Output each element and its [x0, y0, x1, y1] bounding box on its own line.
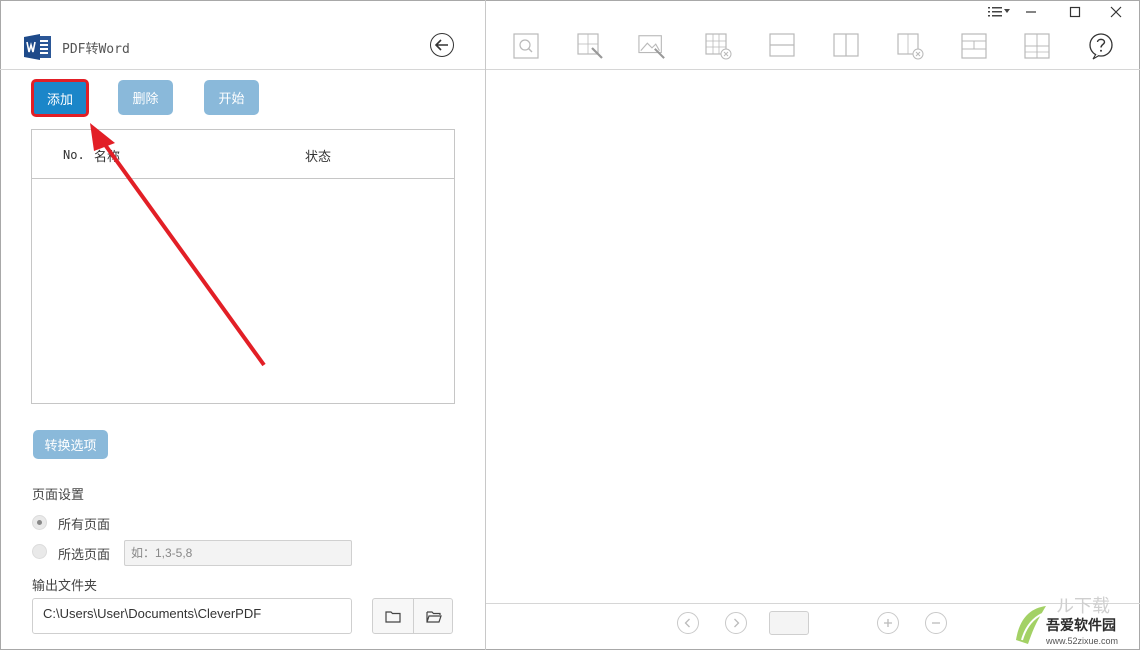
table-delete-icon[interactable] [704, 32, 732, 60]
cell-delete-icon[interactable] [896, 32, 924, 60]
prev-page-button[interactable] [677, 612, 699, 634]
zoom-out-button[interactable] [925, 612, 947, 634]
maximize-icon [1069, 6, 1081, 18]
output-path-field[interactable]: C:\Users\User\Documents\CleverPDF [32, 598, 352, 634]
menu-button[interactable] [984, 3, 1014, 21]
all-pages-radio[interactable] [32, 515, 47, 530]
chevron-right-icon [734, 618, 740, 628]
page-number-input[interactable] [769, 611, 809, 635]
selected-pages-label: 所选页面 [58, 548, 111, 563]
panel-divider [485, 0, 486, 650]
annotation-arrow [90, 123, 266, 367]
all-pages-label: 所有页面 [58, 518, 111, 533]
delete-button[interactable]: 删除 [118, 80, 173, 115]
page-range-input[interactable]: 如：1,3-5,8 [124, 540, 352, 566]
menu-list-icon [988, 7, 1010, 17]
minimize-icon [1026, 11, 1036, 13]
minimize-button[interactable] [1016, 3, 1046, 21]
convert-options-button[interactable]: 转换选项 [33, 430, 108, 459]
close-icon [1110, 6, 1122, 18]
selected-pages-radio[interactable] [32, 544, 47, 559]
folder-open-icon [426, 610, 442, 623]
folder-button-group [372, 598, 453, 634]
chevron-left-icon [684, 618, 690, 628]
plus-icon [884, 619, 892, 627]
back-button[interactable] [430, 33, 454, 57]
add-button[interactable]: 添加 [31, 79, 89, 117]
help-icon[interactable] [1087, 32, 1115, 60]
browse-folder-button[interactable] [373, 599, 413, 633]
watermark-url: www.52zixue.com [1046, 636, 1119, 646]
zoom-icon[interactable] [512, 32, 540, 60]
output-folder-label: 输出文件夹 [32, 579, 98, 594]
header-divider [0, 69, 485, 70]
image-edit-icon[interactable] [638, 32, 666, 60]
grid-icon[interactable] [1023, 32, 1051, 60]
text-edit-icon[interactable] [576, 32, 604, 60]
folder-icon [385, 610, 401, 623]
next-page-button[interactable] [725, 612, 747, 634]
open-folder-button[interactable] [414, 599, 454, 633]
zoom-in-button[interactable] [877, 612, 899, 634]
arrow-left-icon [434, 39, 448, 51]
split-vertical-icon[interactable] [832, 32, 860, 60]
maximize-button[interactable] [1060, 3, 1090, 21]
page-settings-label: 页面设置 [32, 488, 85, 503]
split-horizontal-icon[interactable] [768, 32, 796, 60]
svg-text:ル下载: ル下载 [1056, 596, 1110, 617]
close-button[interactable] [1101, 3, 1131, 21]
start-button[interactable]: 开始 [204, 80, 259, 115]
layout-header-icon[interactable] [960, 32, 988, 60]
minus-icon [932, 622, 940, 624]
watermark-title: 吾爱软件园 [1046, 618, 1116, 634]
header-divider-right [486, 69, 1140, 70]
app-title: PDF转Word [62, 42, 130, 57]
column-status: 状态 [305, 150, 332, 165]
word-logo-icon [24, 34, 51, 60]
